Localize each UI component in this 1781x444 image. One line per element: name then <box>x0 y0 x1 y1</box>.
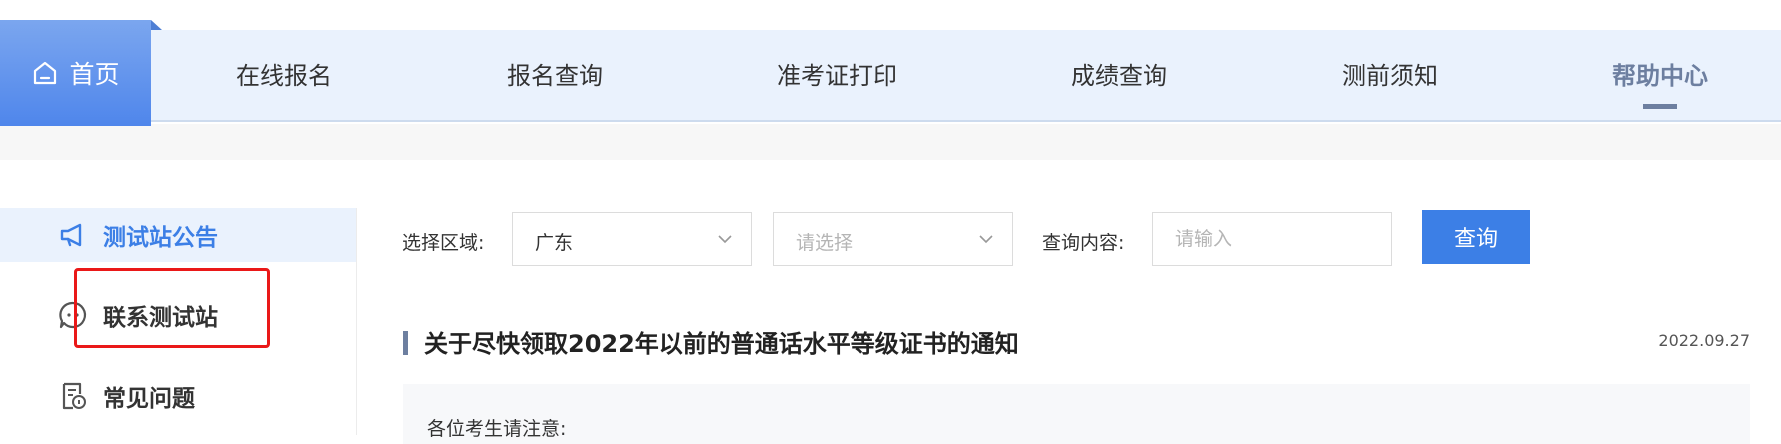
home-icon <box>34 61 57 85</box>
query-button[interactable]: 查询 <box>1422 210 1530 264</box>
city-select-placeholder: 请选择 <box>796 232 854 254</box>
region-label: 选择区域: <box>402 232 485 254</box>
nav-item-register-query[interactable]: 报名查询 <box>507 30 603 122</box>
megaphone-icon <box>60 223 82 247</box>
query-content-label: 查询内容: <box>1042 232 1125 254</box>
province-select[interactable]: 广东 <box>512 212 752 266</box>
nav-item-online-register[interactable]: 在线报名 <box>236 30 332 122</box>
nav-active-indicator <box>1643 104 1677 109</box>
article-body: 各位考生请注意: <box>403 384 1750 444</box>
sidebar-item-label: 测试站公告 <box>103 225 218 251</box>
sidebar-item-station-notice[interactable]: 测试站公告 <box>0 208 356 262</box>
highlight-annotation-box <box>74 268 270 348</box>
faq-document-icon <box>62 382 86 410</box>
nav-home-label: 首页 <box>69 60 120 89</box>
chevron-down-icon <box>718 235 732 244</box>
sidebar-item-faq[interactable]: 常见问题 <box>0 369 356 423</box>
chevron-down-icon <box>979 235 993 244</box>
article-title-marker <box>403 331 408 355</box>
nav-separator-band <box>0 124 1781 160</box>
article-date: 2022.09.27 <box>1658 331 1750 350</box>
province-select-value: 广东 <box>535 232 574 254</box>
nav-item-score-query[interactable]: 成绩查询 <box>1071 30 1167 122</box>
sidebar-item-label: 常见问题 <box>103 386 195 412</box>
nav-item-admission-print[interactable]: 准考证打印 <box>777 30 897 122</box>
article-greeting: 各位考生请注意: <box>427 418 567 440</box>
city-select[interactable]: 请选择 <box>773 212 1013 266</box>
article-title[interactable]: 关于尽快领取2022年以前的普通话水平等级证书的通知 <box>424 324 1019 359</box>
query-input[interactable] <box>1152 212 1392 266</box>
nav-item-test-notice[interactable]: 测前须知 <box>1342 30 1438 122</box>
nav-home-tab[interactable]: 首页 <box>0 20 162 126</box>
